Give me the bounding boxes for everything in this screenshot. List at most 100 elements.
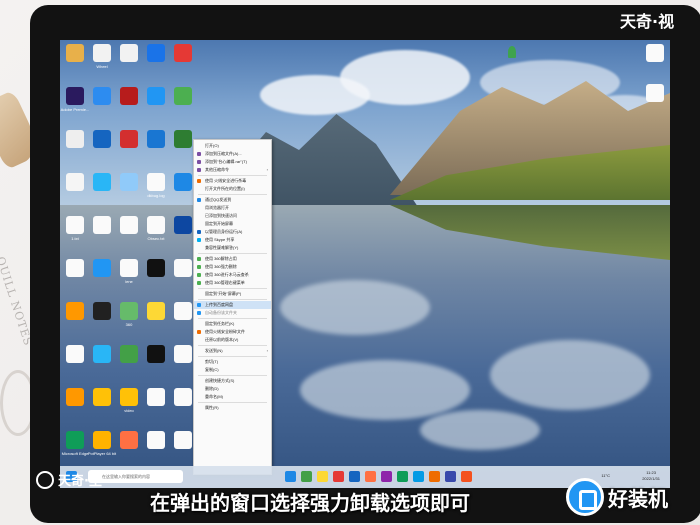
desktop-icon[interactable] bbox=[147, 259, 165, 277]
context-menu-item[interactable]: 自动备份该文件夹 bbox=[194, 309, 271, 317]
desktop-icon[interactable] bbox=[120, 44, 138, 62]
desktop-icon[interactable] bbox=[66, 216, 84, 234]
desktop-icon[interactable] bbox=[174, 130, 192, 148]
taskbar-app-icon[interactable] bbox=[285, 471, 296, 482]
context-menu-item[interactable]: 使用 360解除占用 bbox=[194, 255, 271, 263]
desktop-icon[interactable] bbox=[120, 431, 138, 449]
taskbar-app-icon[interactable] bbox=[445, 471, 456, 482]
desktop-icon[interactable] bbox=[174, 302, 192, 320]
desktop-icon[interactable] bbox=[120, 87, 138, 105]
context-menu-item[interactable]: 其他压缩命令 › bbox=[194, 166, 271, 174]
desktop-icon[interactable] bbox=[120, 173, 138, 191]
desktop-icon[interactable] bbox=[93, 259, 111, 277]
desktop-icon[interactable] bbox=[66, 173, 84, 191]
desktop-icon[interactable] bbox=[66, 388, 84, 406]
context-menu-item[interactable]: 以管理员身份运行(A) bbox=[194, 228, 271, 236]
context-menu-item[interactable]: 打开(O) bbox=[194, 142, 271, 150]
desktop-icon[interactable] bbox=[147, 173, 165, 191]
context-menu-item[interactable]: 属性(R) bbox=[194, 404, 271, 412]
desktop-icon[interactable] bbox=[93, 87, 111, 105]
context-menu-item[interactable]: 固定到开始屏幕 bbox=[194, 220, 271, 228]
desktop-icon[interactable] bbox=[66, 431, 84, 449]
context-menu-item[interactable]: 已添加到快速访问 bbox=[194, 212, 271, 220]
desktop-icon[interactable] bbox=[66, 130, 84, 148]
taskbar-app-icon[interactable] bbox=[301, 471, 312, 482]
desktop-icon[interactable] bbox=[120, 216, 138, 234]
desktop-icon[interactable] bbox=[120, 388, 138, 406]
taskbar-app-icon[interactable] bbox=[333, 471, 344, 482]
context-menu-item[interactable]: 使用 Skype 共享 bbox=[194, 236, 271, 244]
taskbar-app-icon[interactable] bbox=[381, 471, 392, 482]
context-menu-item[interactable]: 发送到(N) › bbox=[194, 347, 271, 355]
desktop-icon[interactable] bbox=[147, 345, 165, 363]
context-menu-item[interactable]: 打开文件所在的位置(I) bbox=[194, 185, 271, 193]
context-menu-item[interactable]: 剪切(T) bbox=[194, 358, 271, 366]
desktop-icon[interactable] bbox=[93, 44, 111, 62]
desktop-icon[interactable] bbox=[66, 87, 84, 105]
desktop-icon[interactable] bbox=[147, 302, 165, 320]
context-menu-item[interactable]: 使用 360管理右键菜单 bbox=[194, 279, 271, 287]
context-menu-item[interactable]: 创建快捷方式(S) bbox=[194, 377, 271, 385]
desktop-icon[interactable] bbox=[174, 44, 192, 62]
desktop-icon[interactable] bbox=[120, 345, 138, 363]
desktop-icon[interactable] bbox=[147, 44, 165, 62]
context-menu-item[interactable]: 兼容性疑难解答(Y) bbox=[194, 244, 271, 252]
context-menu-item[interactable]: 复制(C) bbox=[194, 366, 271, 374]
desktop-icon[interactable] bbox=[174, 259, 192, 277]
desktop-icon[interactable] bbox=[174, 173, 192, 191]
desktop-icon[interactable] bbox=[66, 259, 84, 277]
desktop-icon[interactable] bbox=[147, 388, 165, 406]
context-menu-item[interactable]: 使用 火绒安全进行杀毒 bbox=[194, 177, 271, 185]
taskbar-app-icon[interactable] bbox=[349, 471, 360, 482]
desktop-icon[interactable] bbox=[147, 87, 165, 105]
context-menu-item[interactable]: 通过QQ发送到 bbox=[194, 196, 271, 204]
context-menu-item[interactable]: 使用火绒安全粉碎文件 bbox=[194, 328, 271, 336]
cloud-reflection bbox=[280, 280, 430, 335]
desktop-icon[interactable] bbox=[174, 388, 192, 406]
menu-separator bbox=[198, 318, 267, 319]
context-menu-item[interactable]: 用浏览器打开 bbox=[194, 204, 271, 212]
desktop-icon[interactable] bbox=[66, 302, 84, 320]
desktop-icon[interactable] bbox=[174, 345, 192, 363]
taskbar-app-icon[interactable] bbox=[365, 471, 376, 482]
context-menu-item[interactable]: 使用 360进行木马云查杀 bbox=[194, 271, 271, 279]
desktop-icon[interactable] bbox=[174, 87, 192, 105]
desktop-icon[interactable] bbox=[120, 259, 138, 277]
desktop-icon[interactable] bbox=[147, 431, 165, 449]
desktop-screen[interactable]: Wheel Adobe Premie... dkbug.log 1.txt Obsec.… bbox=[60, 40, 670, 488]
context-menu-item[interactable]: 固定到任务栏(K) bbox=[194, 320, 271, 328]
taskbar-app-icon[interactable] bbox=[429, 471, 440, 482]
desktop-icon[interactable] bbox=[147, 130, 165, 148]
desktop-icon[interactable] bbox=[93, 345, 111, 363]
context-menu-item[interactable]: 固定到"开始"屏幕(P) bbox=[194, 290, 271, 298]
search-input[interactable]: 在这里输入你要搜索的内容 bbox=[88, 470, 183, 483]
desktop-icon[interactable] bbox=[174, 431, 192, 449]
context-menu-item[interactable]: 添加到压缩文件(A)... bbox=[194, 150, 271, 158]
desktop-icon[interactable] bbox=[93, 130, 111, 148]
desktop-icon[interactable] bbox=[120, 130, 138, 148]
desktop-icon[interactable] bbox=[66, 345, 84, 363]
context-menu-item[interactable]: 还原以前的版本(V) bbox=[194, 336, 271, 344]
context-menu[interactable]: 打开(O) 添加到压缩文件(A)... 添加到"台心编辑.rar"(T) 其他压缩命令… bbox=[193, 139, 272, 475]
desktop-icon[interactable] bbox=[93, 302, 111, 320]
context-menu-item[interactable]: 上传到百度网盘 bbox=[194, 301, 271, 309]
taskbar-app-icon[interactable] bbox=[461, 471, 472, 482]
taskbar-app-icon[interactable] bbox=[413, 471, 424, 482]
bell-icon[interactable] bbox=[508, 46, 516, 58]
desktop-icon[interactable] bbox=[93, 388, 111, 406]
desktop-icon[interactable] bbox=[93, 173, 111, 191]
context-menu-item[interactable]: 删除(D) bbox=[194, 385, 271, 393]
context-menu-item[interactable]: 重命名(M) bbox=[194, 393, 271, 401]
desktop-icon[interactable] bbox=[147, 216, 165, 234]
desktop-icon[interactable] bbox=[174, 216, 192, 234]
desktop-icon[interactable] bbox=[120, 302, 138, 320]
desktop-file-icon[interactable] bbox=[646, 84, 664, 102]
desktop-icon[interactable] bbox=[93, 431, 111, 449]
desktop-file-icon[interactable] bbox=[646, 44, 664, 62]
context-menu-item[interactable]: 添加到"台心编辑.rar"(T) bbox=[194, 158, 271, 166]
taskbar-app-icon[interactable] bbox=[397, 471, 408, 482]
context-menu-item[interactable]: 使用 360强力删除 bbox=[194, 263, 271, 271]
desktop-icon[interactable] bbox=[66, 44, 84, 62]
taskbar-app-icon[interactable] bbox=[317, 471, 328, 482]
desktop-icon[interactable] bbox=[93, 216, 111, 234]
